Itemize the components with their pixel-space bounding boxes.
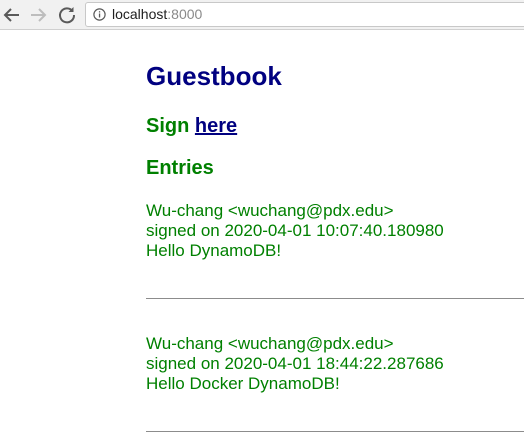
back-arrow-icon[interactable] xyxy=(0,3,24,27)
url-host: localhost xyxy=(112,6,168,22)
browser-toolbar: localhost:8000 xyxy=(0,0,524,30)
page-title: Guestbook xyxy=(146,61,282,91)
entry-author: Wu-chang <wuchang@pdx.edu> xyxy=(146,201,394,220)
sign-here-link[interactable]: here xyxy=(195,115,237,137)
entry-timestamp: signed on 2020-04-01 18:44:22.287686 xyxy=(146,354,444,373)
guestbook-entry: Wu-chang <wuchang@pdx.edu> signed on 202… xyxy=(146,334,444,394)
entry-message: Hello DynamoDB! xyxy=(146,241,282,260)
url-port: :8000 xyxy=(167,6,203,22)
reload-icon[interactable] xyxy=(55,3,79,27)
entry-divider xyxy=(146,431,524,432)
sign-heading: Sign here xyxy=(146,115,237,138)
entry-divider xyxy=(146,298,524,299)
sign-prefix: Sign xyxy=(146,115,190,137)
entry-timestamp: signed on 2020-04-01 10:07:40.180980 xyxy=(146,221,444,240)
entry-author: Wu-chang <wuchang@pdx.edu> xyxy=(146,334,394,353)
entries-heading: Entries xyxy=(146,157,214,179)
address-bar[interactable]: localhost:8000 xyxy=(85,2,524,27)
info-icon[interactable] xyxy=(93,8,106,21)
guestbook-entry: Wu-chang <wuchang@pdx.edu> signed on 202… xyxy=(146,201,444,261)
url-text[interactable]: localhost:8000 xyxy=(112,6,202,23)
entry-message: Hello Docker DynamoDB! xyxy=(146,374,340,393)
forward-arrow-icon[interactable] xyxy=(26,3,50,27)
